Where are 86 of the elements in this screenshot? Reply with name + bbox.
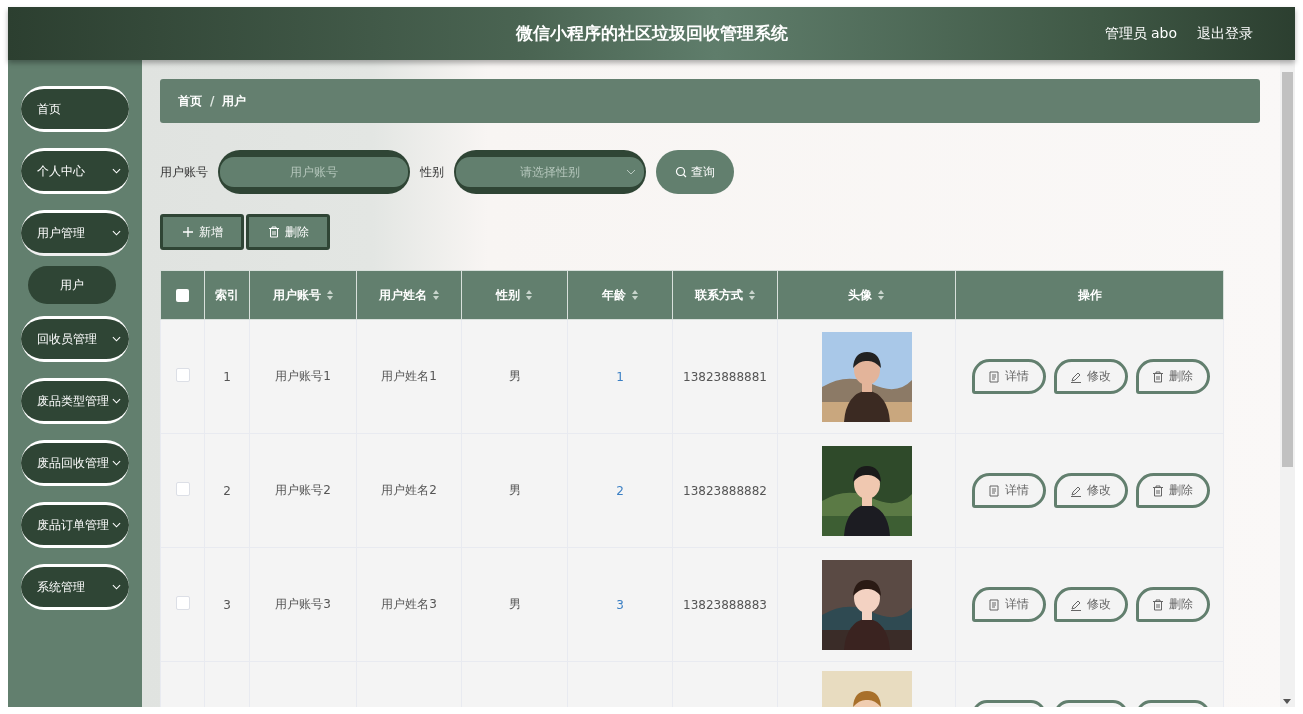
column-header[interactable]: 年龄	[601, 286, 639, 304]
chevron-down-icon	[112, 522, 121, 528]
table-cell: 用户姓名2	[381, 483, 437, 497]
chevron-down-icon	[626, 169, 636, 175]
logout-link[interactable]: 退出登录	[1197, 24, 1253, 43]
column-header: 操作	[1077, 286, 1102, 304]
breadcrumb-separator: /	[210, 94, 215, 108]
document-icon	[988, 484, 1000, 497]
delete-button[interactable]: 删除	[1135, 359, 1210, 394]
delete-button[interactable]: 删除	[246, 214, 330, 250]
chevron-down-icon	[112, 584, 121, 590]
table-cell: 用户账号2	[275, 483, 331, 497]
trash-icon	[1152, 484, 1164, 497]
sort-icon[interactable]	[525, 289, 533, 301]
document-icon	[988, 598, 1000, 611]
user-label: 管理员 abo	[1104, 24, 1177, 43]
sort-icon[interactable]	[630, 289, 639, 301]
menu-item[interactable]: 系统管理	[21, 564, 129, 610]
table-cell: 1	[616, 369, 624, 384]
chevron-down-icon	[112, 398, 121, 404]
table-cell: 13823888882	[683, 483, 767, 498]
table-cell: 3	[223, 597, 231, 612]
column-header: 索引	[215, 286, 239, 304]
sort-icon[interactable]	[747, 289, 756, 301]
pencil-icon	[1070, 598, 1082, 611]
pencil-icon	[1070, 370, 1082, 383]
scrollbar[interactable]	[1280, 60, 1295, 707]
menu-item[interactable]: 个人中心	[21, 148, 129, 194]
row-checkbox[interactable]	[175, 368, 190, 382]
select-field[interactable]: 请选择性别	[454, 150, 646, 194]
trash-icon	[267, 226, 280, 238]
row-checkbox[interactable]	[175, 596, 190, 610]
delete-button[interactable]: 删除	[1135, 473, 1210, 508]
table-cell: 2	[223, 483, 231, 498]
row-checkbox[interactable]	[175, 482, 190, 496]
menu-item[interactable]: 用户管理	[21, 210, 129, 256]
breadcrumb-link[interactable]: 首页	[178, 92, 202, 110]
sort-icon[interactable]	[877, 289, 885, 301]
menu-item[interactable]: 首页	[21, 86, 129, 132]
table-cell: 1	[223, 369, 231, 384]
plus-icon	[181, 226, 194, 238]
edit-button[interactable]: 修改	[1053, 359, 1128, 394]
menu-item[interactable]: 废品类型管理	[21, 378, 129, 424]
table-cell: 用户账号1	[275, 369, 331, 383]
trash-icon	[1152, 598, 1164, 611]
pencil-icon	[1070, 484, 1082, 497]
table-cell: 3	[616, 597, 624, 612]
menu-item[interactable]: 废品回收管理	[21, 440, 129, 486]
submenu-item[interactable]: 用户	[28, 266, 116, 304]
table-cell: 2	[616, 483, 624, 498]
scroll-down-icon[interactable]	[1283, 699, 1291, 704]
chevron-down-icon	[112, 336, 121, 342]
edit-button[interactable]: 修改	[1053, 587, 1128, 622]
column-header[interactable]: 性别	[496, 286, 533, 304]
table-cell: 男	[508, 483, 521, 497]
sort-icon[interactable]	[431, 289, 440, 301]
table-cell: 男	[508, 597, 521, 611]
search-icon	[675, 166, 687, 178]
app-title: 微信小程序的社区垃圾回收管理系统	[515, 22, 788, 45]
table-cell: 男	[508, 369, 521, 383]
input-field[interactable]: 用户账号	[218, 150, 410, 194]
table-cell: 用户姓名3	[381, 597, 437, 611]
sort-icon[interactable]	[325, 289, 334, 301]
table-cell: 13823888883	[683, 597, 767, 612]
delete-button[interactable]: 删除	[1135, 587, 1210, 622]
edit-button[interactable]: 修改	[1053, 473, 1128, 508]
table-cell: 用户姓名1	[381, 369, 437, 383]
chevron-down-icon	[112, 460, 121, 466]
field-label: 性别	[420, 163, 444, 181]
breadcrumb-link[interactable]: 用户	[222, 92, 247, 110]
trash-icon	[1152, 370, 1164, 383]
menu-item[interactable]: 回收员管理	[21, 316, 129, 362]
chevron-down-icon	[112, 230, 121, 236]
search-button[interactable]: 查询	[656, 150, 734, 194]
detail-button[interactable]: 详情	[971, 587, 1046, 622]
detail-button[interactable]: 详情	[971, 359, 1046, 394]
table-cell: 用户账号3	[275, 597, 331, 611]
document-icon	[988, 370, 1000, 383]
menu-item[interactable]: 废品订单管理	[21, 502, 129, 548]
chevron-down-icon	[112, 168, 121, 174]
field-label: 用户账号	[160, 163, 208, 181]
select-all-checkbox[interactable]	[176, 289, 189, 302]
table-cell: 13823888881	[683, 369, 767, 384]
add-button[interactable]: 新增	[160, 214, 244, 250]
detail-button[interactable]: 详情	[971, 473, 1046, 508]
column-header[interactable]: 头像	[848, 286, 885, 304]
